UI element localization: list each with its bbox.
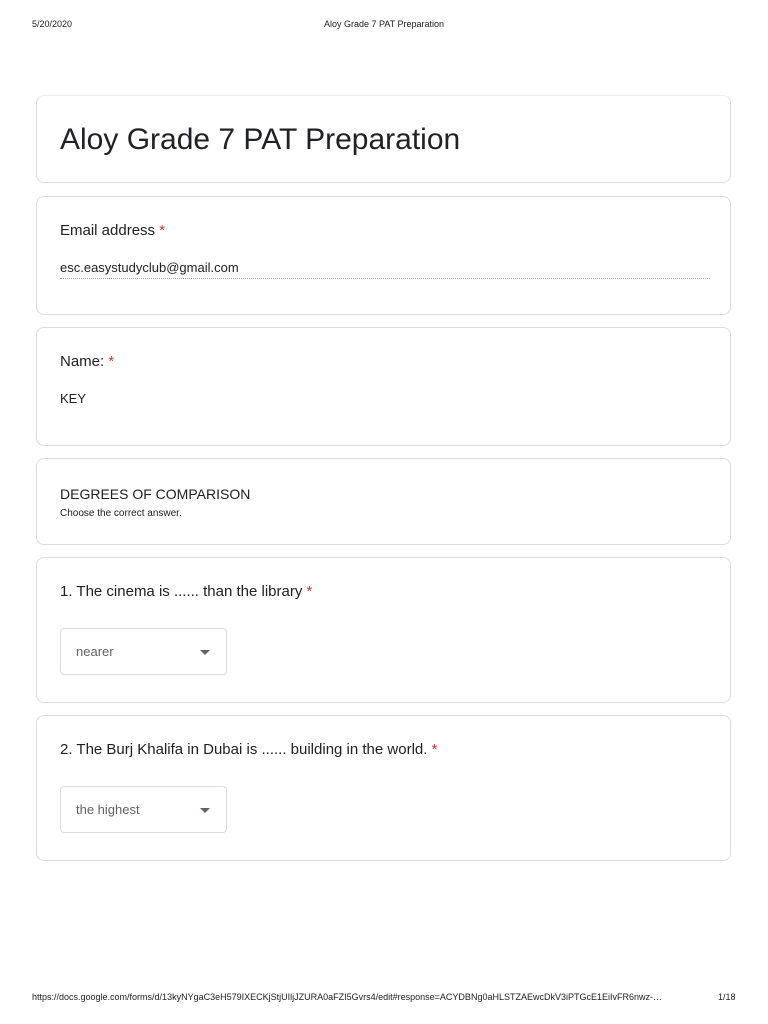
question-text-2: 2. The Burj Khalifa in Dubai is ...... b…	[60, 741, 428, 758]
print-url: https://docs.google.com/forms/d/13kyNYga…	[32, 992, 662, 1002]
print-header: 5/20/2020 Aloy Grade 7 PAT Preparation	[0, 19, 768, 31]
dropdown-arrow-icon	[200, 808, 210, 813]
email-label: Email address	[60, 222, 156, 239]
print-footer: https://docs.google.com/forms/d/13kyNYga…	[0, 992, 768, 1004]
form-title-card: Aloy Grade 7 PAT Preparation	[36, 95, 731, 183]
name-label: Name:	[60, 353, 105, 370]
question-text-1: 1. The cinema is ...... than the library	[60, 583, 303, 600]
required-asterisk: *	[159, 222, 166, 239]
form-title: Aloy Grade 7 PAT Preparation	[60, 123, 461, 156]
question-title-2: 2. The Burj Khalifa in Dubai is ...... b…	[60, 740, 437, 760]
email-question-title: Email address *	[60, 221, 165, 241]
section-title: DEGREES OF COMPARISON	[60, 486, 251, 502]
name-field[interactable]: KEY	[60, 391, 86, 407]
dropdown-arrow-icon	[200, 650, 210, 655]
question-card-2: 2. The Burj Khalifa in Dubai is ...... b…	[36, 715, 731, 861]
question-title-1: 1. The cinema is ...... than the library…	[60, 582, 312, 602]
answer-dropdown-1[interactable]: nearer	[60, 628, 227, 675]
print-title: Aloy Grade 7 PAT Preparation	[323, 19, 445, 29]
print-page-number: 1/18	[718, 992, 736, 1002]
required-asterisk: *	[108, 353, 115, 370]
section-description: Choose the correct answer.	[60, 508, 182, 519]
question-card-1: 1. The cinema is ...... than the library…	[36, 557, 731, 703]
dropdown-selected-value: nearer	[76, 644, 114, 659]
email-question-card: Email address * esc.easystudyclub@gmail.…	[36, 196, 731, 315]
name-question-title: Name: *	[60, 352, 114, 372]
answer-dropdown-2[interactable]: the highest	[60, 786, 227, 833]
name-question-card: Name: * KEY	[36, 327, 731, 446]
dropdown-selected-value: the highest	[76, 802, 140, 817]
email-field[interactable]: esc.easystudyclub@gmail.com	[60, 260, 239, 276]
required-asterisk: *	[431, 741, 438, 758]
required-asterisk: *	[306, 583, 313, 600]
email-field-underline	[60, 278, 710, 279]
section-header-card: DEGREES OF COMPARISON Choose the correct…	[36, 458, 731, 545]
